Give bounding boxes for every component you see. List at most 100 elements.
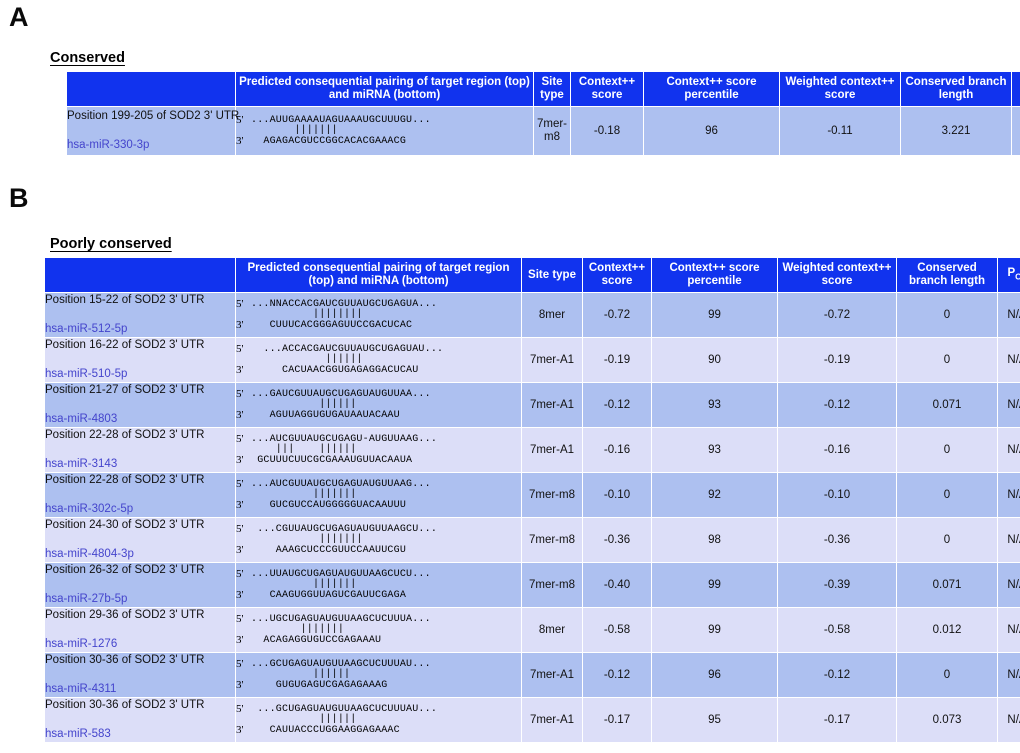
site-type-cell[interactable]: 7mer-A1	[522, 338, 582, 382]
context-score-cell: -0.16	[583, 428, 651, 472]
mirna-link[interactable]: hsa-miR-512-5p	[45, 322, 235, 337]
weighted-context-score-cell: -0.12	[778, 383, 896, 427]
weighted-context-score-cell: -0.19	[778, 338, 896, 382]
context-percentile-cell: 99	[652, 293, 777, 337]
alignment-bottom-line: 3' AGUUAGGUGUGAUAAUACAAU	[236, 410, 521, 421]
pct-cell: N/A	[998, 338, 1020, 382]
mirna-sequence: GCUUUCUUCGCGAAAUGUUACAAUA	[251, 455, 412, 466]
branch-length-cell: 0	[897, 518, 997, 562]
alignment-bottom-line: 3' AGAGACGUCCGGCACACGAAACG	[236, 136, 533, 147]
mirna-sequence: AAAGCUCCCGUUCCAAUUCGU	[251, 545, 406, 556]
three-prime-label: 3'	[236, 545, 251, 556]
mirna-link[interactable]: hsa-miR-4804-3p	[45, 547, 235, 562]
target-site-cell: Position 24-30 of SOD2 3' UTRhsa-miR-480…	[45, 518, 235, 562]
context-percentile-cell: 99	[652, 608, 777, 652]
site-type-cell[interactable]: 7mer-m8	[522, 518, 582, 562]
table-row: Position 21-27 of SOD2 3' UTRhsa-miR-480…	[45, 383, 1020, 427]
mirna-link[interactable]: hsa-miR-4803	[45, 412, 235, 427]
three-prime-label: 3'	[236, 725, 251, 736]
conserved-section-title: Conserved	[50, 50, 125, 66]
mirna-sequence: CAAGUGGUUAGUCGAUUCGAGA	[251, 590, 406, 601]
context-percentile-cell: 93	[652, 383, 777, 427]
table-row: Position 199-205 of SOD2 3' UTRhsa-miR-3…	[67, 107, 1020, 155]
mirna-link[interactable]: hsa-miR-302c-5p	[45, 502, 235, 517]
three-prime-label: 3'	[236, 500, 251, 511]
header-context-percentile: Context++ score percentile	[652, 258, 777, 292]
mirna-link[interactable]: hsa-miR-330-3p	[67, 138, 235, 153]
pairing-bars: ||||||	[236, 670, 521, 680]
mirna-link[interactable]: hsa-miR-583	[45, 727, 235, 742]
pairing-bars: |||||||	[236, 490, 521, 500]
header-site-type: Site type	[522, 258, 582, 292]
weighted-context-score-cell: -0.72	[778, 293, 896, 337]
header-site-type: Site type	[534, 72, 570, 106]
weighted-context-score-cell: -0.58	[778, 608, 896, 652]
header-context-percentile: Context++ score percentile	[644, 72, 779, 106]
three-prime-label: 3'	[236, 635, 251, 646]
mirna-sequence: AGAGACGUCCGGCACACGAAACG	[251, 136, 406, 147]
site-type-cell[interactable]: 7mer-A1	[522, 653, 582, 697]
pairing-bars: ||||||	[236, 400, 521, 410]
context-percentile-cell: 95	[652, 698, 777, 742]
target-site-cell: Position 16-22 of SOD2 3' UTRhsa-miR-510…	[45, 338, 235, 382]
target-position-label: Position 22-28 of SOD2 3' UTR	[45, 428, 235, 443]
alignment-bottom-line: 3' CACUAACGGUGAGAGGACUCAU	[236, 365, 521, 376]
context-score-cell: -0.10	[583, 473, 651, 517]
mirna-sequence: CAUUACCCUGGAAGGAGAAAC	[251, 725, 400, 736]
alignment-bottom-line: 3' GUCGUCCAUGGGGGUACAAUUU	[236, 500, 521, 511]
alignment-bottom-line: 3' CAUUACCCUGGAAGGAGAAAC	[236, 725, 521, 736]
three-prime-label: 3'	[236, 590, 251, 601]
pct-cell: N/A	[998, 383, 1020, 427]
pct-cell: N/A	[998, 518, 1020, 562]
target-site-cell: Position 22-28 of SOD2 3' UTR hsa-miR-314…	[45, 428, 235, 472]
mirna-link[interactable]: hsa-miR-1276	[45, 637, 235, 652]
context-score-cell: -0.17	[583, 698, 651, 742]
five-prime-label: 5'	[236, 434, 251, 445]
weighted-context-score-cell: -0.36	[778, 518, 896, 562]
pairing-bars: ||||||	[236, 355, 521, 365]
three-prime-label: 3'	[236, 455, 251, 466]
header-pct: PCT	[998, 258, 1020, 292]
five-prime-label: 5'	[236, 344, 251, 355]
mirna-link[interactable]: hsa-miR-27b-5p	[45, 592, 235, 607]
branch-length-cell: 0.073	[897, 698, 997, 742]
site-type-cell[interactable]: 7mer-A1	[522, 383, 582, 427]
branch-length-cell: 0	[897, 428, 997, 472]
target-site-cell: Position 22-28 of SOD2 3' UTRhsa-miR-302…	[45, 473, 235, 517]
five-prime-label: 5'	[236, 569, 251, 580]
alignment-bottom-line: 3' ACAGAGGUGUCCGAGAAAU	[236, 635, 521, 646]
site-type-cell[interactable]: 7mer-A1	[522, 428, 582, 472]
three-prime-label: 3'	[236, 680, 251, 691]
pairing-bars: |||||||	[236, 535, 521, 545]
target-site-cell: Position 26-32 of SOD2 3' UTRhsa-miR-27b…	[45, 563, 235, 607]
table-row: Position 30-36 of SOD2 3' UTRhsa-miR-431…	[45, 653, 1020, 697]
three-prime-label: 3'	[236, 410, 251, 421]
pct-cell: N/A	[998, 428, 1020, 472]
pairing-alignment-cell: 5'...AUUGAAAAUAGUAAAUGCUUUGU... |||||||3…	[236, 107, 533, 155]
context-percentile-cell: 93	[652, 428, 777, 472]
panel-a-letter: A	[9, 4, 29, 31]
three-prime-label: 3'	[236, 365, 251, 376]
site-type-cell[interactable]: 7mer-A1	[522, 698, 582, 742]
branch-length-cell: 0	[897, 473, 997, 517]
branch-length-cell: 0	[897, 653, 997, 697]
site-type-cell[interactable]: 8mer	[522, 293, 582, 337]
alignment-bottom-line: 3' GUGUGAGUCGAGAGAAAG	[236, 680, 521, 691]
poorly-conserved-section-title: Poorly conserved	[50, 236, 172, 252]
table-b-header-row: Predicted consequential pairing of targe…	[45, 258, 1020, 292]
weighted-context-score-cell: -0.12	[778, 653, 896, 697]
header-context-score: Context++ score	[583, 258, 651, 292]
site-type-cell[interactable]: 7mer-m8	[534, 107, 570, 155]
mirna-sequence: CACUAACGGUGAGAGGACUCAU	[251, 365, 418, 376]
site-type-cell[interactable]: 7mer-m8	[522, 473, 582, 517]
mirna-link[interactable]: hsa-miR-4311	[45, 682, 235, 697]
alignment-bottom-line: 3' CUUUCACGGGAGUUCCGACUCAC	[236, 320, 521, 331]
mirna-link[interactable]: hsa-miR-510-5p	[45, 367, 235, 382]
weighted-context-score-cell: -0.10	[778, 473, 896, 517]
context-score-cell: -0.72	[583, 293, 651, 337]
mirna-link[interactable]: hsa-miR-3143	[45, 457, 235, 472]
site-type-cell[interactable]: 7mer-m8	[522, 563, 582, 607]
table-row: Position 30-36 of SOD2 3' UTRhsa-miR-583…	[45, 698, 1020, 742]
site-type-cell[interactable]: 8mer	[522, 608, 582, 652]
pairing-alignment-cell: 5'...NNACCACGAUCGUUAUGCUGAGUA... |||||||…	[236, 293, 521, 337]
